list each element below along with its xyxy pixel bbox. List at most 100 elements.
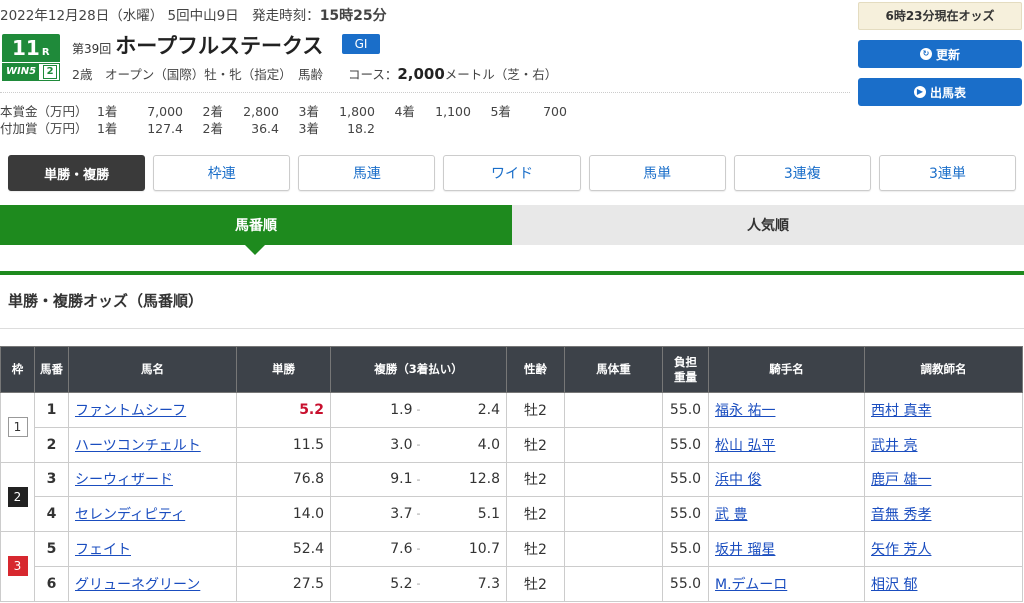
divider — [0, 328, 1024, 329]
race-badge: 11 R WIN5 2 — [2, 34, 60, 84]
col-sex-age: 性齢 — [506, 346, 566, 393]
jockey-link[interactable]: 浜中 俊 — [715, 472, 761, 488]
sex-age: 牡2 — [506, 496, 566, 533]
tab-wide[interactable]: ワイド — [443, 155, 581, 191]
trainer-cell: 音無 秀孝 — [864, 496, 1024, 533]
trainer-cell: 矢作 芳人 — [864, 531, 1024, 567]
tab-sort-by-popularity[interactable]: 人気順 — [512, 205, 1024, 245]
table-row: 4 セレンディピティ 14.0 3.7 -5.1 牡2 55.0 武 豊 音無 … — [1, 496, 1024, 533]
trainer-link[interactable]: 西村 真幸 — [871, 403, 931, 419]
place-odds-high: -5.1 — [417, 496, 508, 533]
burden-weight: 55.0 — [662, 565, 710, 602]
race-conditions: 2歳 オープン（国際）牡・牝（指定） 馬齢 コース：2,000メートル（芝・右） — [72, 65, 558, 83]
jockey-link[interactable]: 武 豊 — [715, 507, 747, 523]
sex-age: 牡2 — [506, 531, 566, 567]
race-name: ホープフルステークス — [115, 34, 324, 58]
horse-name-cell: フェイト — [68, 531, 237, 567]
trainer-link[interactable]: 相沢 郁 — [871, 577, 917, 593]
col-win-odds: 単勝 — [236, 346, 331, 393]
jockey-link[interactable]: 坂井 瑠星 — [715, 542, 775, 558]
trainer-cell: 武井 亮 — [864, 426, 1024, 463]
bet-type-tabs: 単勝・複勝 枠連 馬連 ワイド 馬単 3連複 3連単 — [8, 155, 1016, 191]
horse-name-link[interactable]: グリューネグリーン — [75, 577, 200, 593]
col-horse-name: 馬名 — [68, 346, 237, 393]
place-odds-low: 3.0 — [330, 426, 419, 463]
table-row: 2 3 シーウィザード 76.8 9.1 -12.8 牡2 55.0 浜中 俊 … — [0, 461, 1024, 533]
place-odds-high: -10.7 — [417, 531, 508, 567]
horse-name-cell: グリューネグリーン — [68, 565, 237, 602]
race-card-label: 出馬表 — [929, 85, 966, 100]
place-odds-low: 3.7 — [330, 496, 419, 533]
trainer-link[interactable]: 矢作 芳人 — [871, 542, 931, 558]
col-horse-number: 馬番 — [34, 346, 69, 393]
refresh-button[interactable]: ↻ 更新 — [858, 40, 1022, 68]
horse-name-link[interactable]: セレンディピティ — [75, 507, 185, 523]
horse-name-link[interactable]: ファントムシーフ — [75, 403, 186, 419]
col-body-weight: 馬体重 — [564, 346, 664, 393]
post-time: 15時25分 — [319, 8, 387, 24]
waku-cell: 1 — [0, 392, 35, 463]
place-odds-high: -7.3 — [417, 565, 508, 602]
jockey-link[interactable]: 松山 弘平 — [715, 438, 775, 454]
added-prize-row: 付加賞（万円） 1着 127.4 2着 36.4 3着 18.2 — [0, 121, 375, 136]
horse-name-link[interactable]: フェイト — [75, 542, 131, 558]
horse-name-link[interactable]: シーウィザード — [75, 472, 173, 488]
horse-number: 3 — [34, 461, 69, 498]
divider — [0, 92, 850, 93]
place-odds-low: 7.6 — [330, 531, 419, 567]
waku-cell: 2 — [0, 461, 35, 533]
table-header-row: 枠 馬番 馬名 単勝 複勝（3着払い） 性齢 馬体重 負担 重量 騎手名 調教師名 — [0, 346, 1024, 393]
win5-leg-number: 2 — [43, 65, 58, 79]
horse-number: 4 — [34, 496, 69, 533]
tab-win-place[interactable]: 単勝・複勝 — [8, 155, 146, 191]
place-odds-high: -2.4 — [417, 392, 508, 428]
tab-quinella[interactable]: 馬連 — [298, 155, 436, 191]
trainer-cell: 相沢 郁 — [864, 565, 1024, 602]
race-number: 11 R — [2, 34, 60, 62]
place-odds-low: 1.9 — [330, 392, 419, 428]
race-card-button[interactable]: ▶ 出馬表 — [858, 78, 1022, 106]
odds-table: 枠 馬番 馬名 単勝 複勝（3着払い） 性齢 馬体重 負担 重量 騎手名 調教師名… — [0, 346, 1024, 602]
waku-badge: 2 — [7, 486, 28, 507]
jockey-cell: 福永 祐一 — [708, 392, 866, 428]
table-row: 3 5 フェイト 52.4 7.6 -10.7 牡2 55.0 坂井 瑠星 矢作… — [0, 531, 1024, 602]
refresh-label: 更新 — [935, 47, 960, 62]
horse-name-cell: ファントムシーフ — [68, 392, 237, 428]
horse-name-cell: ハーツコンチェルト — [68, 426, 237, 463]
body-weight — [564, 461, 664, 498]
waku-badge: 1 — [7, 417, 28, 438]
col-burden-weight: 負担 重量 — [662, 346, 710, 393]
sex-age: 牡2 — [506, 565, 566, 602]
tab-trifecta[interactable]: 3連単 — [878, 155, 1016, 191]
trainer-link[interactable]: 音無 秀孝 — [871, 507, 931, 523]
waku-badge: 3 — [7, 556, 28, 577]
tab-bracket-quinella[interactable]: 枠連 — [153, 155, 291, 191]
active-caret-icon — [245, 245, 265, 255]
race-title: 第39回 ホープフルステークス — [72, 30, 323, 60]
table-row: 2 ハーツコンチェルト 11.5 3.0 -4.0 牡2 55.0 松山 弘平 … — [1, 426, 1024, 463]
body-weight — [564, 392, 664, 428]
col-waku: 枠 — [0, 346, 35, 393]
tab-exacta[interactable]: 馬単 — [588, 155, 726, 191]
refresh-icon: ↻ — [919, 48, 932, 60]
win-odds: 5.2 — [236, 392, 331, 428]
sex-age: 牡2 — [506, 426, 566, 463]
col-jockey: 騎手名 — [708, 346, 866, 393]
tab-sort-by-number[interactable]: 馬番順 — [0, 205, 512, 255]
place-odds-high: -12.8 — [417, 461, 508, 498]
jockey-link[interactable]: 福永 祐一 — [715, 403, 775, 419]
burden-weight: 55.0 — [662, 392, 710, 428]
horse-name-link[interactable]: ハーツコンチェルト — [75, 438, 201, 454]
tab-trio[interactable]: 3連複 — [733, 155, 871, 191]
horse-name-cell: セレンディピティ — [68, 496, 237, 533]
distance: 2,000 — [397, 65, 445, 83]
trainer-link[interactable]: 鹿戸 雄一 — [871, 472, 931, 488]
jockey-link[interactable]: M.デムーロ — [715, 577, 787, 593]
col-trainer: 調教師名 — [864, 346, 1024, 393]
body-weight — [564, 426, 664, 463]
trainer-link[interactable]: 武井 亮 — [871, 438, 917, 454]
col-place-odds: 複勝（3着払い） — [329, 346, 508, 393]
win-odds: 76.8 — [236, 461, 331, 498]
jockey-cell: M.デムーロ — [708, 565, 866, 602]
body-weight — [564, 565, 664, 602]
